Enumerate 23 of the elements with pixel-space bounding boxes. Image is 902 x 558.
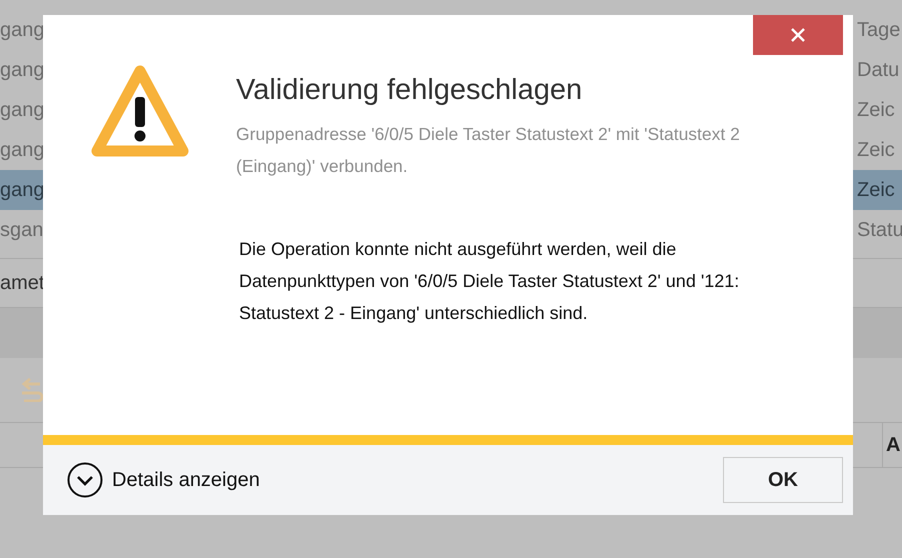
column-header: A — [886, 433, 900, 458]
table-cell: gang — [0, 19, 44, 41]
table-cell: sgan — [0, 219, 44, 241]
chevron-down-icon — [67, 462, 103, 498]
close-icon — [791, 28, 805, 42]
table-cell: Statu — [857, 219, 902, 241]
table-cell: gang — [0, 59, 44, 81]
details-button[interactable]: Details anzeigen — [67, 462, 260, 498]
dialog-subtitle: Gruppenadresse '6/0/5 Diele Taster Statustext 2' mit 'Statustext 2 (Eingang)' verbunden. — [236, 122, 741, 178]
table-cell: gang — [0, 139, 44, 161]
table-cell: gang — [0, 179, 44, 201]
table-cell: Datu — [857, 59, 900, 81]
section-label: amet — [0, 271, 44, 296]
table-cell: Zeic — [857, 139, 895, 161]
warning-icon — [91, 65, 189, 159]
ok-button[interactable]: OK — [723, 457, 843, 503]
table-cell: Zeic — [857, 179, 895, 201]
table-cell: Tage — [857, 19, 900, 41]
table-cell: gang — [0, 99, 44, 121]
error-message: Die Operation konnte nicht ausgeführt werden, weil die Datenpunkttypen von '6/0/5 Diele Taster Statustext 2' und '121: Statustext 2 - Eingang' unterschiedlich sind. — [239, 238, 740, 325]
dialog-title: Validierung fehlgeschlagen — [236, 73, 584, 108]
close-button[interactable] — [753, 15, 843, 55]
table-cell: Zeic — [857, 99, 895, 121]
